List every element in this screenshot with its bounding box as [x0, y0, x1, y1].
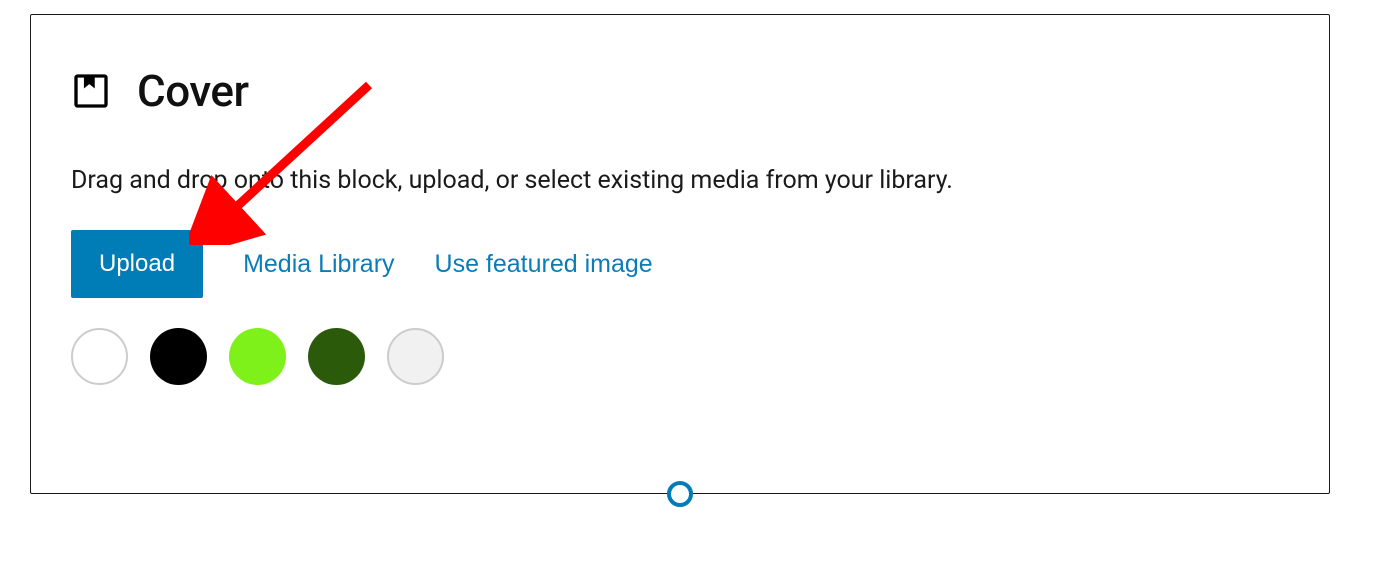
color-swatch-lime[interactable] — [229, 328, 286, 385]
color-swatch-row — [71, 328, 1289, 385]
color-swatch-light-gray[interactable] — [387, 328, 444, 385]
use-featured-image-button[interactable]: Use featured image — [435, 250, 653, 279]
block-header: Cover — [71, 65, 1289, 117]
upload-button[interactable]: Upload — [71, 230, 203, 298]
block-title: Cover — [137, 65, 249, 117]
resize-handle[interactable] — [667, 481, 693, 507]
cover-block-placeholder: Cover Drag and drop onto this block, upl… — [30, 14, 1330, 494]
block-instructions: Drag and drop onto this block, upload, o… — [71, 163, 1289, 198]
color-swatch-white[interactable] — [71, 328, 128, 385]
cover-icon — [71, 71, 111, 111]
color-swatch-dark-green[interactable] — [308, 328, 365, 385]
color-swatch-black[interactable] — [150, 328, 207, 385]
media-library-button[interactable]: Media Library — [243, 250, 394, 279]
media-actions-row: Upload Media Library Use featured image — [71, 230, 1289, 298]
